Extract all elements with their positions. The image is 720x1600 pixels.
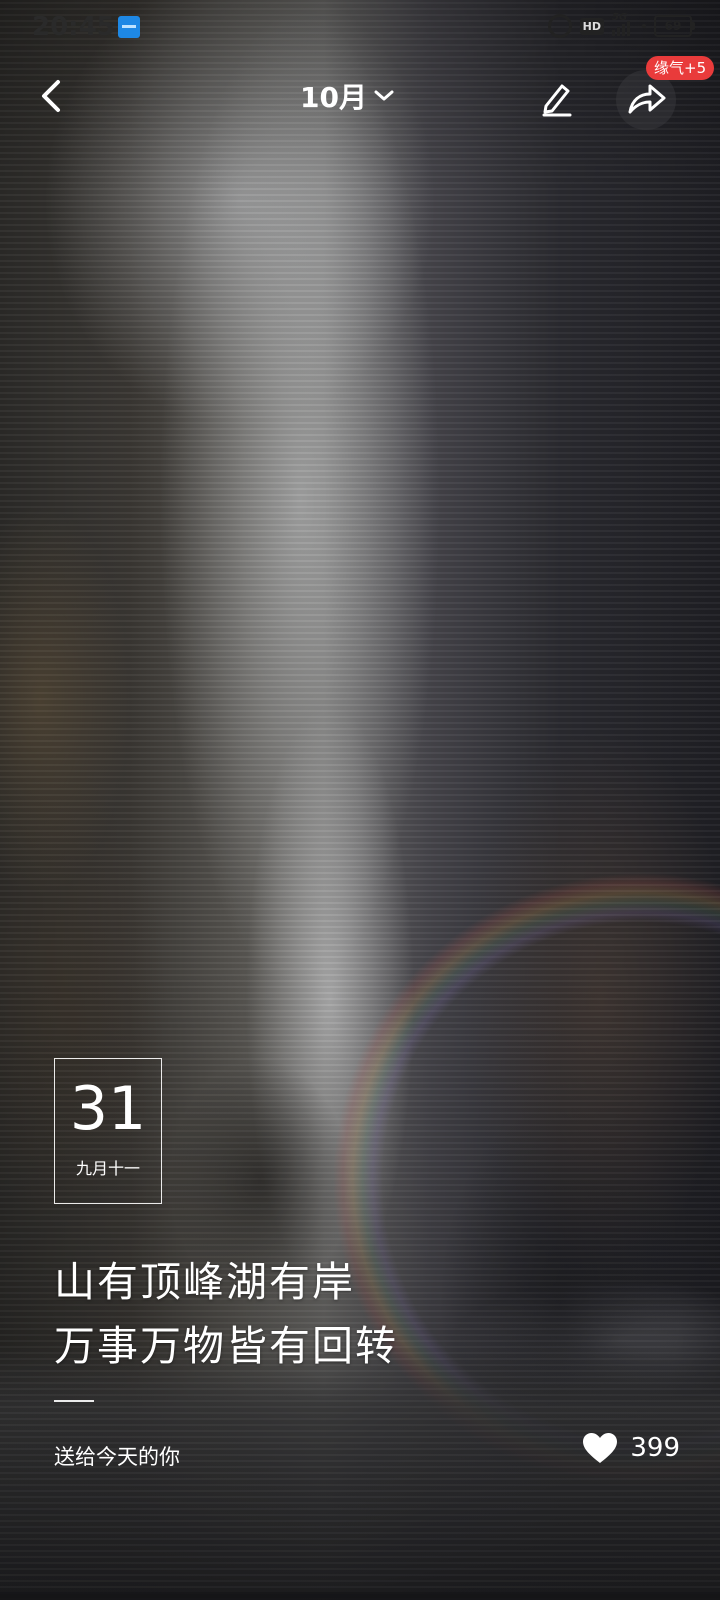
hd-badge: HD bbox=[579, 17, 604, 35]
battery-level: 69 bbox=[664, 19, 682, 33]
battery-icon: 69 bbox=[654, 15, 695, 37]
daily-quote-screen: 20:45 HD 5G 69 10月 缘气+5 31 九月十一 山有顶峰湖有岸 … bbox=[0, 0, 720, 1600]
edit-button[interactable] bbox=[536, 78, 576, 118]
like-count: 399 bbox=[630, 1433, 680, 1463]
heart-icon bbox=[583, 1433, 618, 1463]
status-dot-icon bbox=[642, 24, 646, 28]
top-bar: 10月 缘气+5 bbox=[0, 56, 720, 140]
chevron-down-icon bbox=[374, 90, 394, 101]
network-label: 5G bbox=[612, 12, 628, 23]
like-button[interactable]: 399 bbox=[582, 1432, 680, 1464]
date-card: 31 九月十一 bbox=[54, 1058, 162, 1204]
alarm-icon bbox=[547, 14, 572, 38]
quote-line: 山有顶峰湖有岸 bbox=[54, 1258, 355, 1306]
month-selector[interactable]: 10月 bbox=[300, 74, 395, 118]
signal-icon: 5G bbox=[612, 12, 630, 36]
quote-text: 山有顶峰湖有岸 万事万物皆有回转 bbox=[54, 1250, 674, 1378]
status-icons: HD 5G 69 bbox=[547, 12, 695, 38]
back-button[interactable] bbox=[32, 74, 72, 118]
notification-icon bbox=[118, 16, 140, 38]
status-bar: 20:45 HD 5G 69 bbox=[0, 0, 720, 56]
pencil-icon bbox=[542, 84, 572, 117]
divider bbox=[54, 1400, 94, 1402]
karma-badge: 缘气+5 bbox=[646, 56, 715, 80]
bottom-edge bbox=[0, 1592, 720, 1600]
month-label: 10月 bbox=[300, 81, 367, 114]
dedication-text: 送给今天的你 bbox=[54, 1445, 180, 1469]
status-time: 20:45 bbox=[32, 12, 115, 42]
quote-line: 万事万物皆有回转 bbox=[54, 1322, 398, 1370]
lunar-date: 九月十一 bbox=[75, 1159, 140, 1178]
date-day: 31 bbox=[69, 1074, 147, 1144]
chevron-left-icon bbox=[42, 80, 60, 112]
